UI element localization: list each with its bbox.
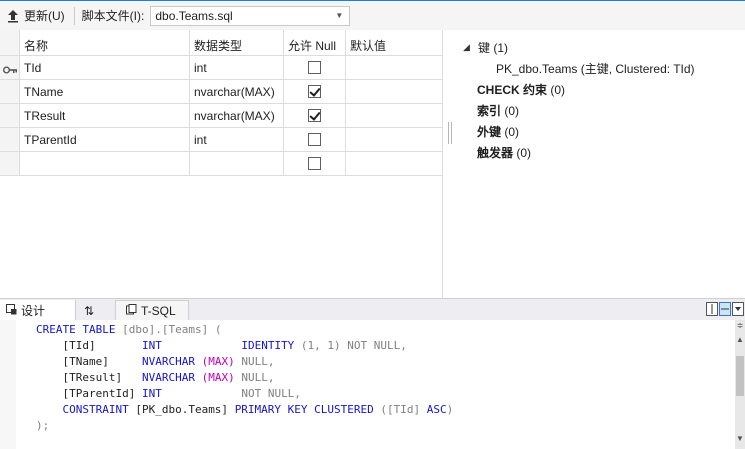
triggers-node[interactable]: 触发器 (0) [477,144,531,161]
default-value-cell[interactable] [346,80,442,104]
check-label: CHECK 约束 [477,83,548,97]
vertical-split-button[interactable] [706,302,718,316]
columns-grid: 名称 数据类型 允许 Null 默认值 TId int TName nvarch… [0,30,442,298]
column-name-cell[interactable]: TId [20,56,190,80]
allow-null-checkbox[interactable] [308,133,321,146]
horizontal-split-button[interactable] [719,302,731,316]
table-row[interactable]: TName nvarchar(MAX) [0,80,442,104]
tab-tsql-label: T-SQL [141,304,176,318]
header-type: 数据类型 [190,30,284,56]
sql-line-3: [TName] NVARCHAR (MAX) NULL, [36,355,275,368]
allow-null-cell [284,152,346,176]
grid-header: 名称 数据类型 允许 Null 默认值 [0,30,442,56]
keys-count: (1) [493,41,509,55]
fk-label: 外键 [477,125,502,139]
pane-layout-buttons [706,302,744,316]
index-label: 索引 [477,104,502,118]
editor-vertical-scrollbar[interactable]: ▲ ▼ [735,320,745,449]
primary-key-icon [3,63,17,74]
header-default: 默认值 [346,30,442,56]
sql-line-5: [TParentId] INT NOT NULL, [36,387,301,400]
row-selector[interactable] [0,128,20,152]
script-file-combo[interactable]: dbo.Teams.sql ▼ [150,5,351,26]
table-row-new[interactable] [0,152,442,176]
allow-null-checkbox[interactable] [308,109,321,122]
swap-icon: ⇅ [84,303,95,318]
column-name-cell[interactable]: TName [20,80,190,104]
keys-node[interactable]: 键 (1) [478,39,508,56]
fk-count: (0) [504,125,520,139]
sql-line-2: [TId] INT IDENTITY (1, 1) NOT NULL, [36,339,407,352]
swap-panes-button[interactable]: ⇅ [76,300,106,321]
header-name: 名称 [20,30,190,56]
data-type-cell[interactable]: int [190,128,284,152]
default-value-cell[interactable] [346,128,442,152]
column-name-cell[interactable]: TResult [20,104,190,128]
data-type-cell[interactable]: nvarchar(MAX) [190,104,284,128]
tab-design[interactable]: 设计 [0,300,76,321]
allow-null-cell [284,56,346,80]
data-type-cell[interactable]: nvarchar(MAX) [190,80,284,104]
indexes-node[interactable]: 索引 (0) [477,102,519,119]
sql-line-4: [TResult] NVARCHAR (MAX) NULL, [36,371,275,384]
foreign-keys-node[interactable]: 外键 (0) [477,123,519,140]
collapse-triangle-icon[interactable]: ◢ [463,42,470,53]
sql-code[interactable]: CREATE TABLE [dbo].[Teams] ( [TId] INT I… [36,322,453,434]
row-selector[interactable] [0,80,20,104]
allow-null-cell [284,128,346,152]
scroll-down-icon[interactable]: ▼ [735,433,745,445]
keys-label: 键 [478,41,491,55]
column-name-cell[interactable] [20,152,190,176]
allow-null-checkbox[interactable] [308,157,321,170]
default-value-cell[interactable] [346,152,442,176]
data-type-cell[interactable] [190,152,284,176]
row-selector[interactable] [0,152,20,176]
data-type-cell[interactable]: int [190,56,284,80]
row-selector[interactable] [0,104,20,128]
pane-tab-strip: 设计 ⇅ T-SQL [0,298,745,321]
sql-line-6: CONSTRAINT [PK_dbo.Teams] PRIMARY KEY CL… [36,403,454,416]
allow-null-checkbox[interactable] [308,61,321,74]
default-value-cell[interactable] [346,56,442,80]
trigger-label: 触发器 [477,146,514,160]
default-value-cell[interactable] [346,104,442,128]
table-row[interactable]: TResult nvarchar(MAX) [0,104,442,128]
scroll-up-icon[interactable]: ▲ [735,334,745,346]
tab-design-label: 设计 [21,304,46,318]
scrollbar-thumb[interactable] [736,356,744,396]
update-label: 更新(U) [24,9,65,23]
table-row[interactable]: TId int [0,56,442,80]
sql-line-1: CREATE TABLE [dbo].[Teams] ( [36,323,222,336]
allow-null-checkbox[interactable] [308,85,321,98]
script-file-label: 脚本文件(I): [81,9,145,23]
tab-tsql[interactable]: T-SQL [115,300,189,321]
check-count: (0) [550,83,566,97]
row-selector[interactable] [0,56,20,80]
editor-gutter [0,320,16,449]
tsql-icon [126,304,137,318]
trigger-count: (0) [516,146,532,160]
chevron-down-icon: ▼ [335,11,344,20]
check-constraints-node[interactable]: CHECK 约束 (0) [477,81,565,98]
header-allow-null: 允许 Null [284,30,346,56]
allow-null-cell [284,104,346,128]
update-arrow-icon [6,9,20,23]
sql-line-7: ); [36,419,50,432]
update-button[interactable]: 更新(U) [0,5,69,27]
design-icon [6,303,17,318]
toolbar: 更新(U) 脚本文件(I): dbo.Teams.sql ▼ [0,0,745,30]
primary-key-entry[interactable]: PK_dbo.Teams (主键, Clustered: TId) [496,60,695,77]
table-row[interactable]: TParentId int [0,128,442,152]
splitter-grip[interactable] [448,122,452,144]
header-selector [0,30,20,56]
toolbar-separator [73,6,75,25]
editor-split-handle-icon[interactable]: ≑ [736,322,744,330]
column-name-cell[interactable]: TParentId [20,128,190,152]
allow-null-cell [284,80,346,104]
script-file-value: dbo.Teams.sql [155,8,233,23]
collapse-pane-button[interactable] [732,302,744,316]
index-count: (0) [504,104,520,118]
